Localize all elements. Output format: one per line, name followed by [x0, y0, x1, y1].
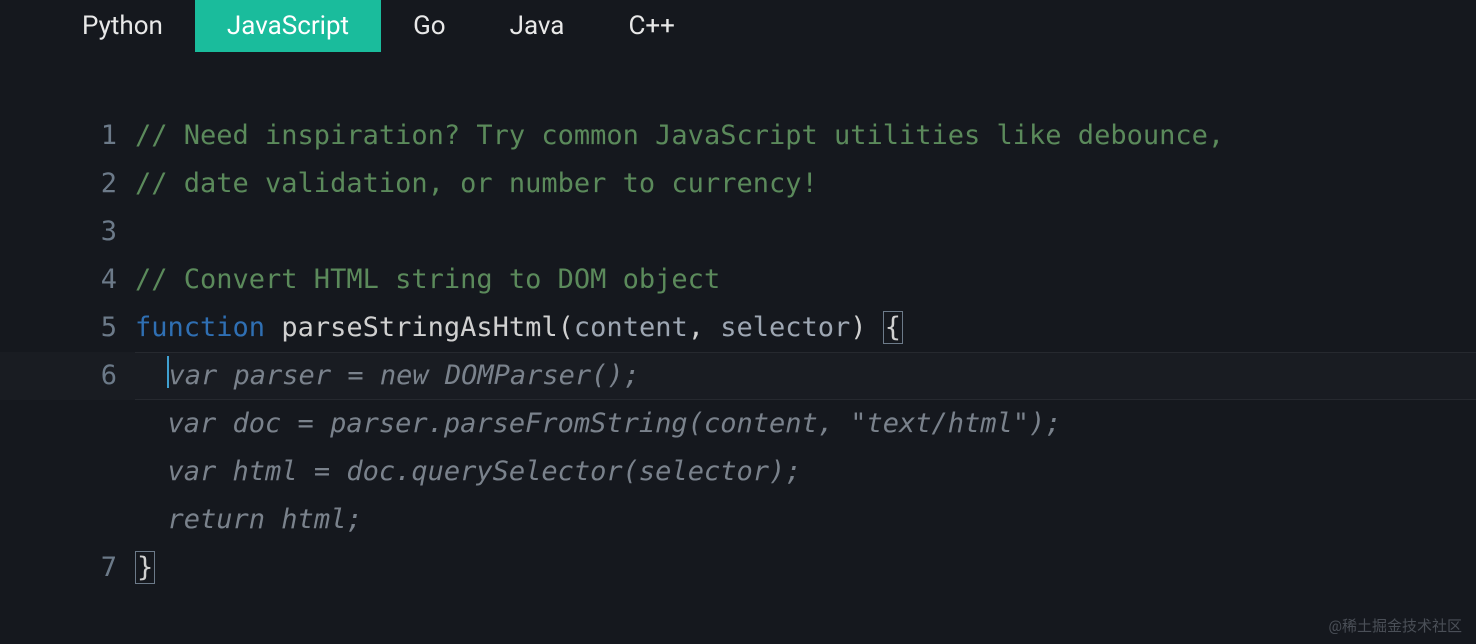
- line-number: 1: [0, 112, 135, 160]
- code-content[interactable]: }: [135, 544, 155, 592]
- code-line[interactable]: 1// Need inspiration? Try common JavaScr…: [0, 112, 1476, 160]
- line-number: 5: [0, 304, 135, 352]
- code-content[interactable]: // Convert HTML string to DOM object: [135, 256, 720, 304]
- code-content[interactable]: // Need inspiration? Try common JavaScri…: [135, 112, 1224, 160]
- code-line[interactable]: 5function parseStringAsHtml(content, sel…: [0, 304, 1476, 352]
- code-line[interactable]: var html = doc.querySelector(selector);: [0, 448, 1476, 496]
- ai-suggestion: var parser = new DOMParser();: [169, 360, 640, 391]
- ai-suggestion: var html = doc.querySelector(selector);: [168, 456, 802, 487]
- line-number: 6: [0, 352, 135, 400]
- watermark: @稀土掘金技术社区: [1329, 615, 1462, 636]
- ai-suggestion: return html;: [168, 504, 363, 535]
- code-content[interactable]: // date validation, or number to currenc…: [135, 160, 818, 208]
- code-content[interactable]: var parser = new DOMParser();: [135, 352, 640, 400]
- code-line[interactable]: return html;: [0, 496, 1476, 544]
- line-number: 2: [0, 160, 135, 208]
- tab-javascript[interactable]: JavaScript: [195, 0, 381, 52]
- code-editor[interactable]: 1// Need inspiration? Try common JavaScr…: [0, 52, 1476, 592]
- line-number: 7: [0, 544, 135, 592]
- code-content[interactable]: var html = doc.querySelector(selector);: [135, 448, 801, 496]
- code-content[interactable]: return html;: [135, 496, 363, 544]
- line-number: 4: [0, 256, 135, 304]
- code-content[interactable]: function parseStringAsHtml(content, sele…: [135, 304, 903, 352]
- tab-go[interactable]: Go: [381, 0, 478, 52]
- ai-suggestion: var doc = parser.parseFromString(content…: [168, 408, 1062, 439]
- code-line[interactable]: 2// date validation, or number to curren…: [0, 160, 1476, 208]
- code-content[interactable]: var doc = parser.parseFromString(content…: [135, 400, 1062, 448]
- code-line[interactable]: var doc = parser.parseFromString(content…: [0, 400, 1476, 448]
- tab-python[interactable]: Python: [50, 0, 195, 52]
- code-line[interactable]: 6 var parser = new DOMParser();: [0, 352, 1476, 400]
- code-line[interactable]: 7}: [0, 544, 1476, 592]
- tab-cplusplus[interactable]: C++: [596, 0, 706, 52]
- line-number: 3: [0, 208, 135, 256]
- tab-java[interactable]: Java: [478, 0, 597, 52]
- code-line[interactable]: 4// Convert HTML string to DOM object: [0, 256, 1476, 304]
- code-line[interactable]: 3: [0, 208, 1476, 256]
- language-tabs: PythonJavaScriptGoJavaC++: [0, 0, 1476, 52]
